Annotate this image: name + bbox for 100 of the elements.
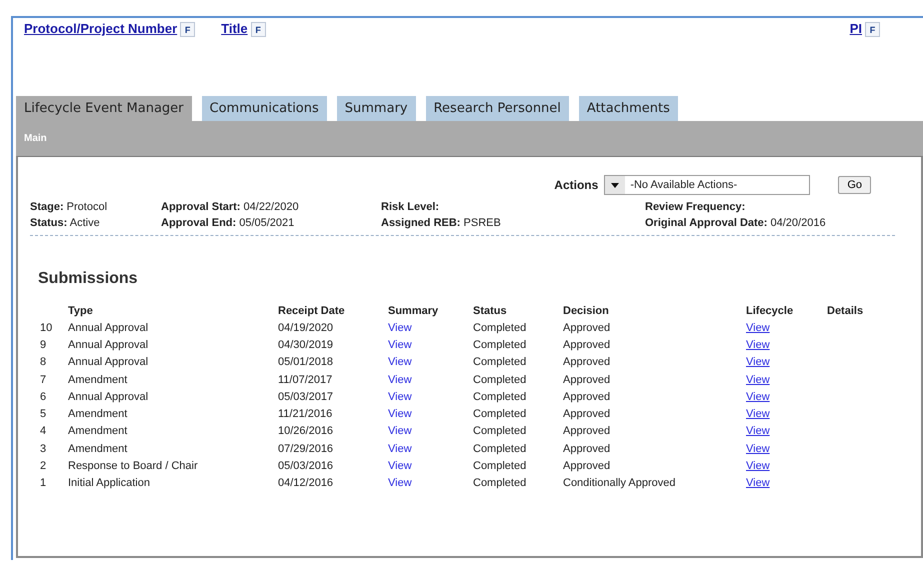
table-cell-text: Completed [473,476,528,492]
column-header: Status [473,304,508,318]
table-cell: 07/29/2016 [278,440,388,458]
info-field: Status: Active [30,217,161,229]
summary-link[interactable]: View [388,442,412,455]
section-title: Submissions [38,270,139,288]
summary-link[interactable]: View [388,356,412,368]
table-cell: 05/03/2016 [278,457,388,475]
column-header: Lifecycle [746,304,794,318]
summary-link[interactable]: View [388,374,412,386]
summary-link[interactable]: View [388,425,412,438]
table-cell: Initial Application [68,474,278,492]
table-cell: Approved [563,457,746,475]
lifecycle-link[interactable]: View [746,374,770,386]
lifecycle-link[interactable]: View [746,390,770,403]
info-field: Approval End: 05/05/2021 [161,217,381,229]
table-cell: 05/01/2018 [278,354,388,371]
table-cell: Annual Approval [68,354,278,371]
info-field: Assigned REB: PSREB [381,217,645,229]
info-field: Review Frequency: [645,201,826,213]
filter-button[interactable]: F [865,22,880,37]
lifecycle-link[interactable]: View [746,425,770,438]
summary-link[interactable]: View [388,408,412,420]
table-cell: Completed [473,440,563,458]
table-cell-text: 1 [40,476,48,492]
lifecycle-link[interactable]: View [746,408,770,420]
table-cell: 8 [40,354,68,371]
lifecycle-link[interactable]: View [746,477,770,490]
table-cell: Amendment [68,440,278,458]
dropdown-arrow-icon [611,182,620,188]
table-cell: Completed [473,336,563,354]
table-cell: 10/26/2016 [278,422,388,440]
table-cell-text: Amendment [68,407,128,422]
table-cell: 04/30/2019 [278,336,388,354]
summary-link[interactable]: View [388,460,412,472]
table-cell: 10 [40,319,68,336]
tab[interactable]: Attachments [578,96,678,121]
table-cell-text: 2 [40,459,48,474]
table-cell: Annual Approval [68,336,278,354]
filter-button[interactable]: F [250,22,266,37]
table-cell: 7 [40,370,68,388]
lifecycle-link[interactable]: View [746,442,770,455]
tab[interactable]: Communications [202,96,327,121]
tab[interactable]: Lifecycle Event Manager [16,96,192,121]
column-link[interactable]: Title [221,21,248,36]
table-cell: 04/19/2020 [278,319,388,336]
go-button[interactable]: Go [838,176,871,194]
table-cell: Completed [473,370,563,388]
table-cell: 6 [40,388,68,406]
lifecycle-link[interactable]: View [746,322,770,334]
table-cell: 5 [40,405,68,423]
column-header: Details [827,304,864,318]
table-cell: Annual Approval [68,319,278,336]
table-cell: Approved [563,422,746,440]
table-cell: Approved [563,354,746,371]
column-header: Summary [388,302,473,319]
summary-link[interactable]: View [388,338,412,351]
table-cell: Approved [563,405,746,423]
info-field: Risk Level: [381,201,645,213]
actions-dropdown[interactable]: -No Available Actions- [604,175,810,195]
table-cell: 04/12/2016 [278,474,388,492]
table-cell-text: Amendment [68,424,128,440]
table-cell: 11/21/2016 [278,405,388,423]
column-header: Receipt Date [278,302,388,319]
table-cell: Completed [473,388,563,406]
table-cell: Completed [473,319,563,336]
lifecycle-link[interactable]: View [746,460,770,472]
column-header: Type [68,304,94,318]
table-cell: Approved [563,336,746,354]
info-field: Stage: Protocol [30,201,161,213]
table-cell: 11/07/2017 [278,370,388,388]
table-cell: Conditionally Approved [563,474,746,492]
table-cell: Completed [473,457,563,475]
summary-link[interactable]: View [388,477,412,490]
table-cell: Approved [563,388,746,406]
table-cell: 9 [40,336,68,354]
tab[interactable]: Summary [336,96,416,121]
column-link[interactable]: Protocol/Project Number [24,21,178,36]
summary-link[interactable]: View [388,390,412,403]
table-cell: Completed [473,422,563,440]
table-cell: Approved [563,319,746,336]
lifecycle-link[interactable]: View [746,356,770,368]
tab[interactable]: Research Personnel [426,96,569,121]
lifecycle-link[interactable]: View [746,338,770,351]
column-header: Decision [563,304,610,318]
table-cell: Annual Approval [68,388,278,406]
info-field: Original Approval Date: 04/20/2016 [645,217,826,229]
table-cell: Approved [563,370,746,388]
filter-button[interactable]: F [180,22,196,37]
table-cell: Completed [473,405,563,423]
table-cell: Response to Board / Chair [68,457,278,475]
table-cell: 4 [40,422,68,440]
table-cell: Completed [473,354,563,371]
table-cell: 05/03/2017 [278,388,388,406]
table-cell: Approved [563,440,746,458]
table-cell-text: Amendment [68,372,128,388]
table-cell: 3 [40,440,68,458]
column-link[interactable]: PI [850,21,862,36]
summary-link[interactable]: View [388,322,412,334]
actions-label: Actions [554,178,598,192]
